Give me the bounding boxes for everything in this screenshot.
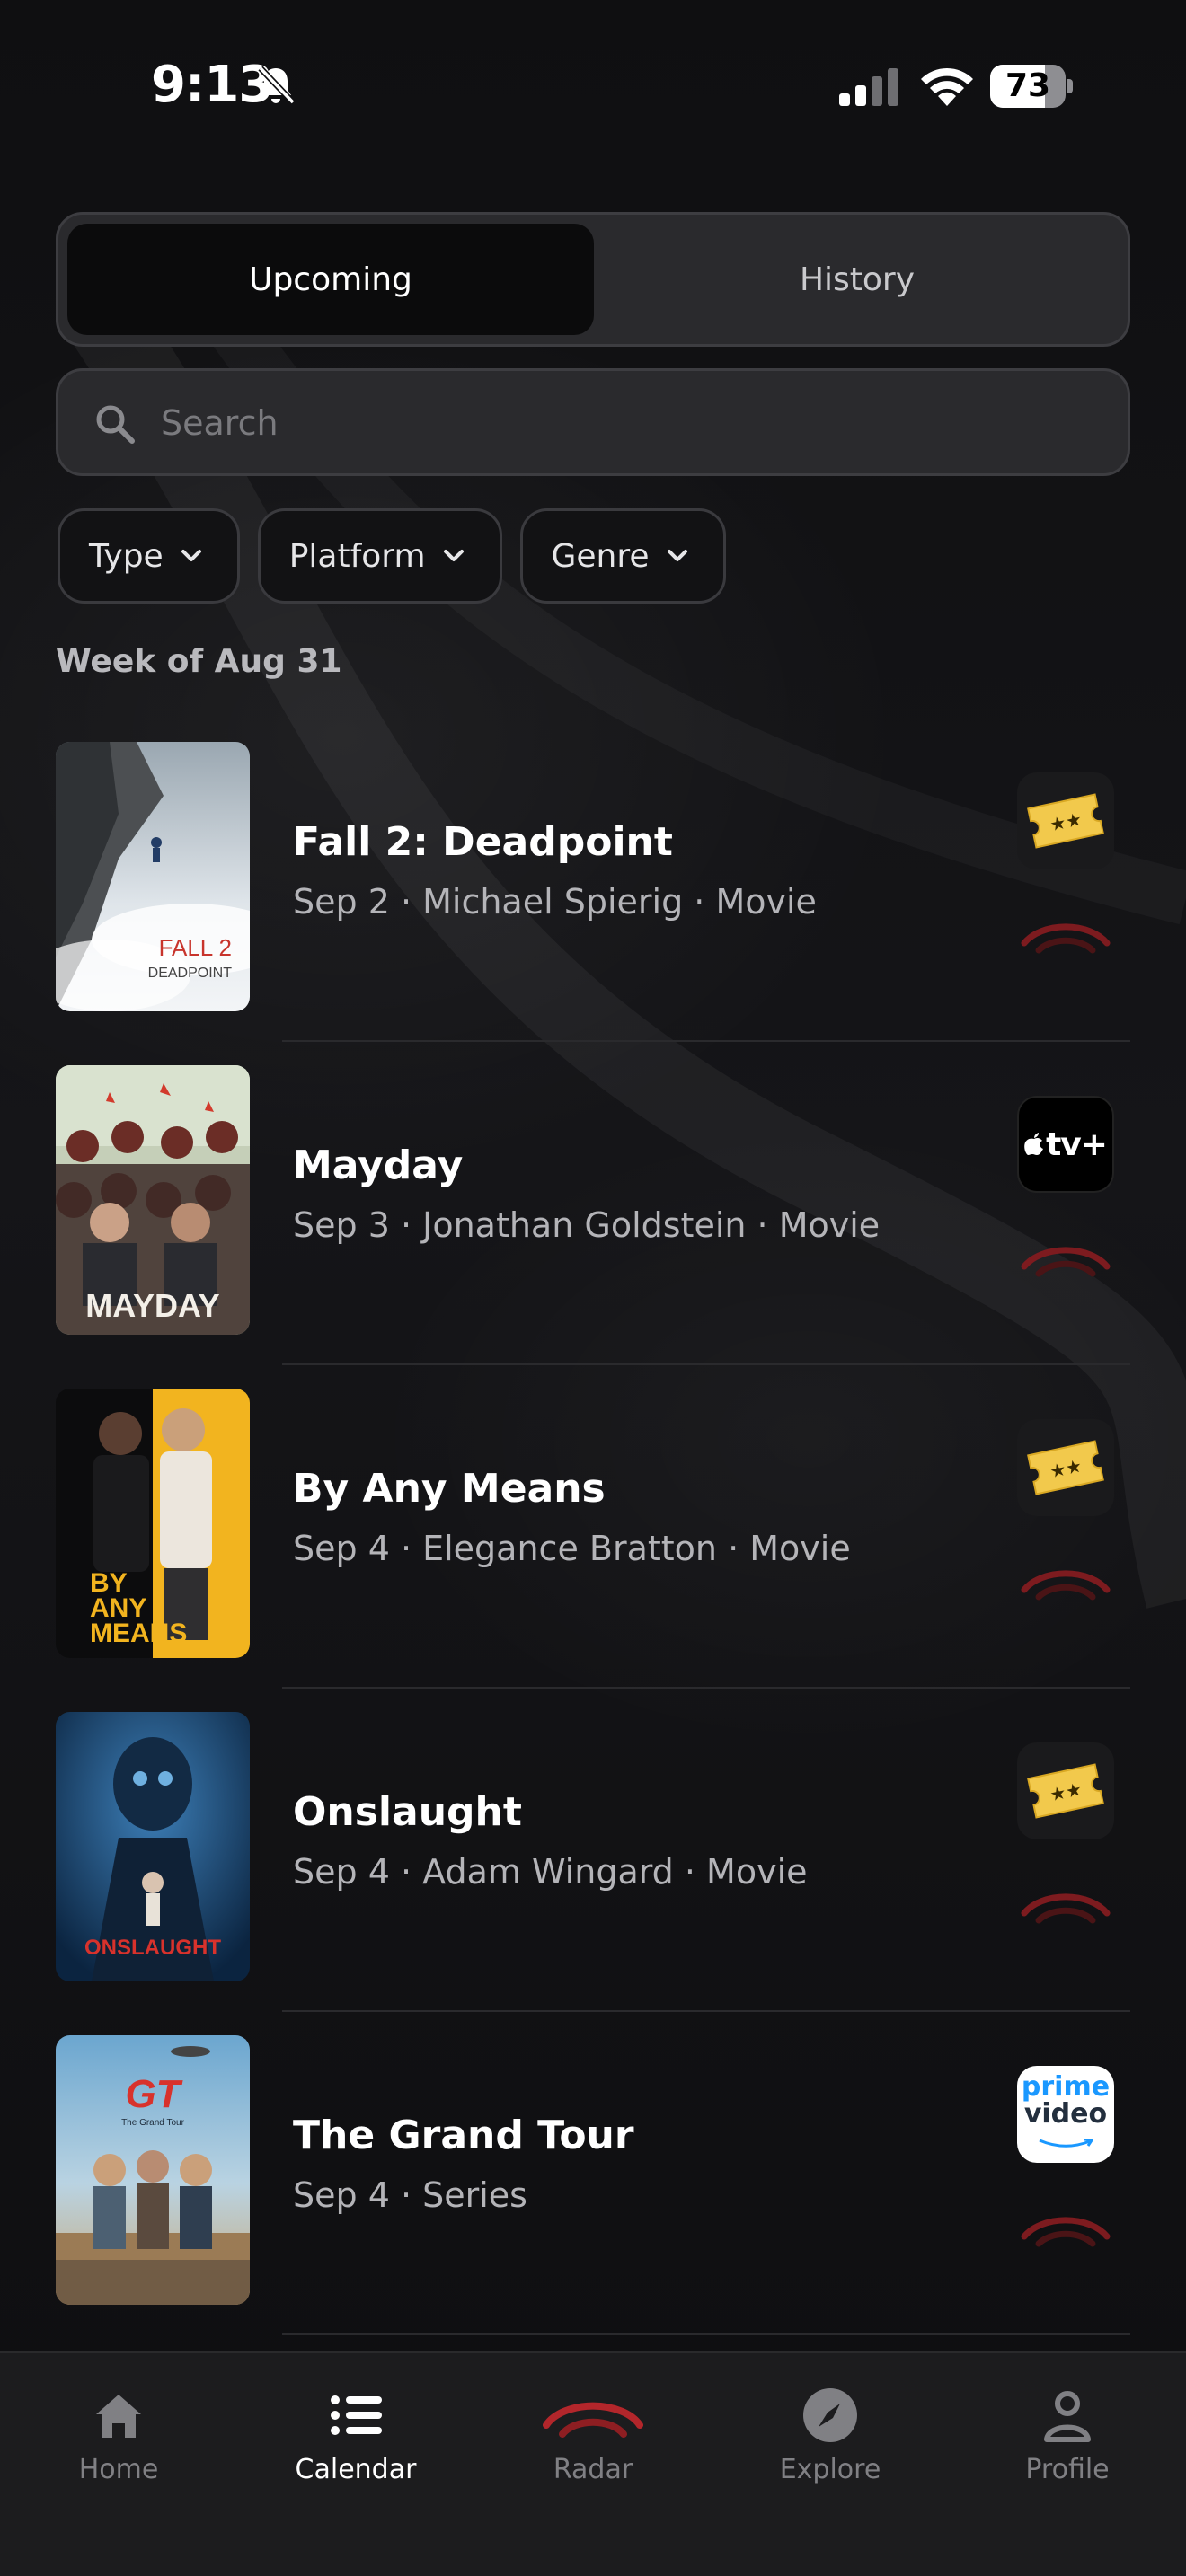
prime-video-icon[interactable]: prime video bbox=[1017, 2066, 1114, 2163]
bottom-tab-bar: Home Calendar Radar Explore Profile bbox=[0, 2351, 1186, 2576]
list-item[interactable]: GT The Grand Tour The Grand Tour Sep 4 ·… bbox=[0, 2012, 1186, 2335]
compass-icon bbox=[803, 2388, 857, 2442]
filter-chips: Type Platform Genre bbox=[58, 508, 726, 605]
tab-history[interactable]: History bbox=[594, 224, 1120, 335]
poster-image: BY ANY MEANS bbox=[56, 1389, 250, 1658]
bell-slash-icon bbox=[258, 66, 296, 105]
ticket-icon[interactable]: ★★ bbox=[1017, 772, 1114, 869]
person-icon bbox=[1044, 2391, 1091, 2442]
item-title: Fall 2: Deadpoint bbox=[293, 819, 673, 865]
row-divider bbox=[282, 2333, 1130, 2335]
apple-tv-icon[interactable]: tv+ bbox=[1017, 1096, 1114, 1193]
search-icon bbox=[96, 405, 135, 444]
tab-home-label: Home bbox=[78, 2454, 159, 2485]
filter-genre[interactable]: Genre bbox=[519, 508, 726, 604]
poster-title-text: FALL 2 bbox=[159, 934, 232, 961]
ticket-icon[interactable]: ★★ bbox=[1017, 1742, 1114, 1839]
tab-home[interactable]: Home bbox=[29, 2386, 208, 2511]
radar-icon[interactable] bbox=[1015, 2201, 1116, 2251]
status-bar: 9:13 73 bbox=[0, 0, 1186, 171]
list-icon bbox=[331, 2395, 382, 2435]
poster-image: FALL 2 DEADPOINT bbox=[56, 742, 250, 1011]
list-item[interactable]: ONSLAUGHT Onslaught Sep 4 · Adam Wingard… bbox=[0, 1689, 1186, 2012]
tab-profile[interactable]: Profile bbox=[978, 2386, 1157, 2511]
release-list: FALL 2 DEADPOINT Fall 2: Deadpoint Sep 2… bbox=[0, 719, 1186, 2335]
week-heading: Week of Aug 31 bbox=[56, 643, 342, 680]
chevron-down-icon bbox=[181, 550, 201, 561]
upcoming-history-toggle: Upcoming History bbox=[56, 212, 1130, 347]
prime-label: prime bbox=[1021, 2071, 1111, 2103]
item-title: Mayday bbox=[293, 1142, 464, 1188]
poster-image: GT The Grand Tour bbox=[56, 2035, 250, 2305]
radar-icon[interactable] bbox=[1015, 1877, 1116, 1928]
list-item[interactable]: MAYDAY Mayday Sep 3 · Jonathan Goldstein… bbox=[0, 1042, 1186, 1365]
list-item[interactable]: FALL 2 DEADPOINT Fall 2: Deadpoint Sep 2… bbox=[0, 719, 1186, 1042]
item-title: The Grand Tour bbox=[293, 2113, 634, 2158]
poster-title-text: MAYDAY bbox=[85, 1287, 219, 1324]
radar-icon bbox=[543, 2402, 643, 2438]
poster-subtitle-text: The Grand Tour bbox=[121, 2118, 185, 2128]
tab-calendar[interactable]: Calendar bbox=[266, 2386, 446, 2511]
item-title: Onslaught bbox=[293, 1789, 522, 1835]
poster-title-text: MEANS bbox=[90, 1619, 187, 1648]
item-meta: Sep 4 · Series bbox=[293, 2175, 527, 2215]
filter-platform-label: Platform bbox=[288, 537, 426, 575]
smile-arrow-icon bbox=[1039, 2138, 1094, 2148]
item-title: By Any Means bbox=[293, 1466, 606, 1512]
item-meta: Sep 3 · Jonathan Goldstein · Movie bbox=[293, 1205, 881, 1245]
radar-icon[interactable] bbox=[1015, 1231, 1116, 1281]
list-item[interactable]: BY ANY MEANS By Any Means Sep 4 · Elegan… bbox=[0, 1365, 1186, 1689]
poster-image: MAYDAY bbox=[56, 1065, 250, 1335]
tab-explore-label: Explore bbox=[779, 2454, 881, 2485]
battery-indicator: 73 bbox=[990, 65, 1073, 108]
poster-title-text: GT bbox=[125, 2072, 182, 2116]
filter-type-label: Type bbox=[89, 537, 164, 575]
chevron-down-icon bbox=[443, 550, 464, 561]
poster-title-text: ONSLAUGHT bbox=[84, 1936, 221, 1960]
item-meta: Sep 2 · Michael Spierig · Movie bbox=[293, 882, 817, 922]
apple-tv-label: tv+ bbox=[1046, 1125, 1108, 1163]
ticket-icon[interactable]: ★★ bbox=[1017, 1419, 1114, 1516]
cellular-signal-icon bbox=[839, 68, 898, 106]
search-input[interactable] bbox=[161, 389, 1095, 457]
home-icon bbox=[96, 2395, 141, 2438]
tab-radar-label: Radar bbox=[553, 2454, 633, 2485]
tab-profile-label: Profile bbox=[1025, 2454, 1110, 2485]
tab-explore[interactable]: Explore bbox=[740, 2386, 920, 2511]
filter-genre-label: Genre bbox=[551, 537, 650, 575]
video-label: video bbox=[1023, 2098, 1108, 2130]
wifi-icon bbox=[921, 67, 973, 106]
search-bar[interactable] bbox=[56, 368, 1130, 476]
tab-radar[interactable]: Radar bbox=[503, 2386, 683, 2511]
filter-type[interactable]: Type bbox=[58, 508, 240, 604]
poster-image: ONSLAUGHT bbox=[56, 1712, 250, 1981]
filter-platform[interactable]: Platform bbox=[257, 508, 502, 604]
poster-subtitle-text: DEADPOINT bbox=[148, 966, 233, 981]
item-meta: Sep 4 · Adam Wingard · Movie bbox=[293, 1852, 808, 1892]
tab-calendar-label: Calendar bbox=[295, 2454, 417, 2485]
tab-upcoming[interactable]: Upcoming bbox=[67, 224, 594, 335]
radar-icon[interactable] bbox=[1015, 907, 1116, 957]
item-meta: Sep 4 · Elegance Bratton · Movie bbox=[293, 1529, 851, 1568]
radar-icon[interactable] bbox=[1015, 1554, 1116, 1604]
battery-level: 73 bbox=[1005, 67, 1051, 104]
chevron-down-icon bbox=[667, 550, 687, 561]
